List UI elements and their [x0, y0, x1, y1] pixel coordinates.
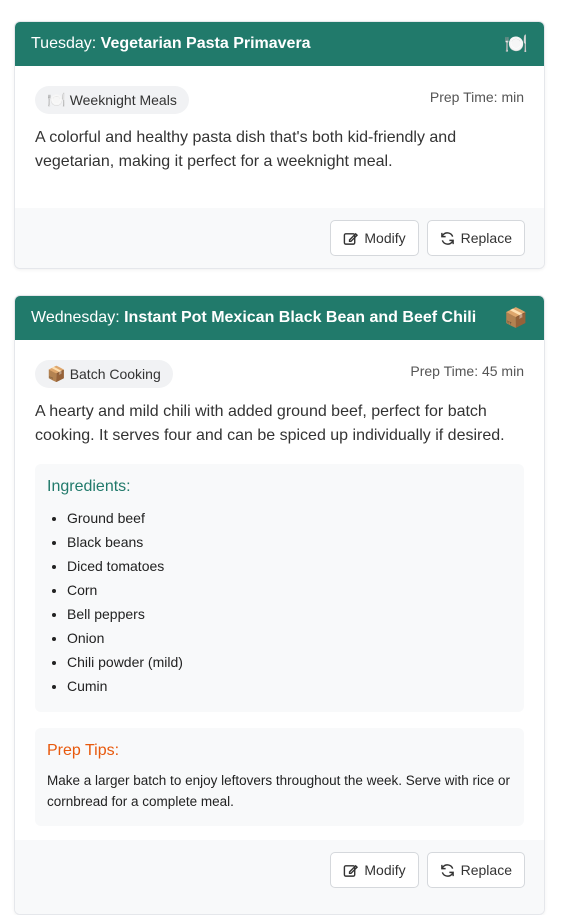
day-label: Tuesday: [31, 35, 101, 52]
replace-button[interactable]: Replace [426, 852, 525, 888]
category-label: Weeknight Meals [69, 92, 177, 108]
prep-time: Prep Time: min [429, 89, 524, 105]
refresh-icon [440, 863, 454, 877]
ingredient-item: Corn [67, 578, 512, 602]
edit-icon [344, 864, 359, 877]
plate-icon: 🍽️ [47, 92, 66, 109]
replace-label: Replace [460, 862, 512, 878]
package-icon: 📦 [47, 366, 66, 383]
meal-card-tuesday: Tuesday: Vegetarian Pasta Primavera 🍽️ 🍽… [14, 21, 545, 269]
prep-time: Prep Time: 45 min [410, 363, 524, 379]
modify-button[interactable]: Modify [330, 852, 419, 888]
category-tag: 📦 Batch Cooking [35, 360, 173, 388]
plate-icon: 🍽️ [504, 33, 528, 55]
category-label: Batch Cooking [69, 366, 161, 382]
ingredients-panel: Ingredients: Ground beef Black beans Dic… [35, 464, 524, 712]
meal-card-wednesday: Wednesday: Instant Pot Mexican Black Bea… [14, 295, 545, 915]
ingredient-item: Bell peppers [67, 602, 512, 626]
ingredient-item: Cumin [67, 674, 512, 698]
meal-name: Vegetarian Pasta Primavera [100, 35, 311, 52]
ingredient-item: Chili powder (mild) [67, 650, 512, 674]
ingredients-title: Ingredients: [47, 478, 131, 495]
replace-label: Replace [460, 230, 512, 246]
replace-button[interactable]: Replace [426, 220, 525, 256]
modify-label: Modify [364, 230, 406, 246]
ingredient-item: Ground beef [67, 506, 512, 530]
ingredient-item: Diced tomatoes [67, 554, 512, 578]
card-header: Wednesday: Instant Pot Mexican Black Bea… [15, 296, 544, 340]
prep-tips-title: Prep Tips: [47, 742, 120, 759]
card-title: Wednesday: Instant Pot Mexican Black Bea… [31, 309, 476, 327]
meal-description: A colorful and healthy pasta dish that's… [35, 129, 457, 170]
package-icon: 📦 [504, 307, 528, 329]
modify-label: Modify [364, 862, 406, 878]
prep-tips-panel: Prep Tips: Make a larger batch to enjoy … [35, 728, 524, 826]
ingredient-item: Onion [67, 626, 512, 650]
ingredient-item: Black beans [67, 530, 512, 554]
meal-name: Instant Pot Mexican Black Bean and Beef … [124, 309, 477, 326]
day-label: Wednesday: [31, 309, 125, 326]
refresh-icon [440, 231, 454, 245]
prep-tips-text: Make a larger batch to enjoy leftovers t… [47, 773, 510, 809]
card-footer: Modify Replace [15, 208, 544, 268]
card-title: Tuesday: Vegetarian Pasta Primavera [31, 35, 311, 53]
card-header: Tuesday: Vegetarian Pasta Primavera 🍽️ [15, 22, 544, 66]
meal-description: A hearty and mild chili with added groun… [35, 403, 505, 444]
edit-icon [344, 232, 359, 245]
ingredients-list: Ground beef Black beans Diced tomatoes C… [47, 506, 512, 698]
modify-button[interactable]: Modify [330, 220, 419, 256]
card-footer: Modify Replace [15, 840, 544, 914]
category-tag: 🍽️ Weeknight Meals [35, 86, 189, 114]
